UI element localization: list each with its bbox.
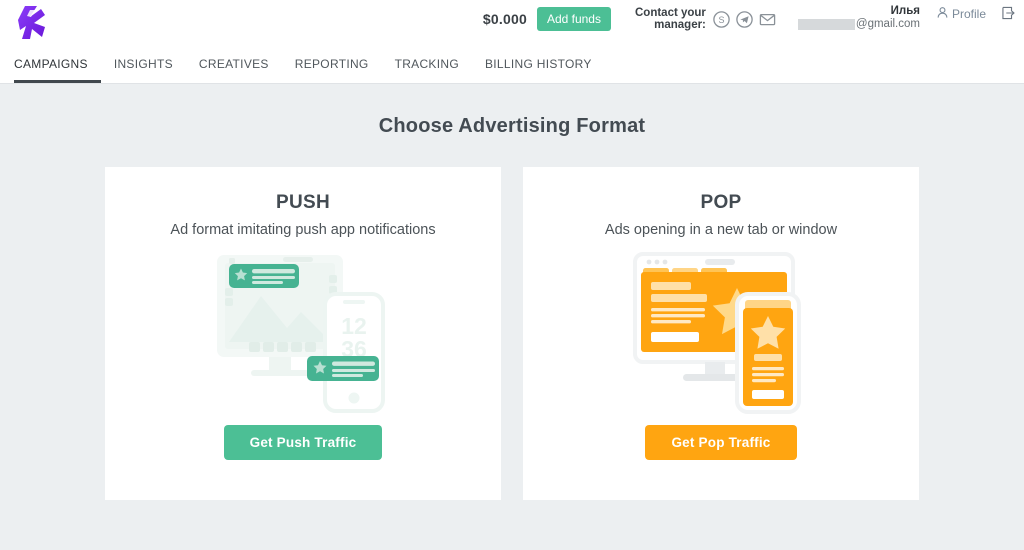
telegram-icon[interactable] [736, 10, 753, 28]
format-cards-container: PUSH Ad format imitating push app notifi… [0, 167, 1024, 500]
profile-label: Profile [951, 7, 986, 21]
nav-item-tracking[interactable]: TRACKING [382, 57, 472, 83]
email-redaction [797, 19, 855, 30]
account-balance: $0.000 [482, 11, 527, 27]
add-funds-button[interactable]: Add funds [536, 6, 611, 32]
nav-item-insights[interactable]: INSIGHTS [101, 57, 186, 83]
user-email: @gmail.com [855, 18, 920, 30]
rocket-r-logo-icon[interactable] [14, 4, 54, 42]
svg-text:S: S [718, 15, 724, 25]
contact-label-line1: Contact your [634, 7, 706, 19]
user-name: Илья [890, 5, 920, 17]
contact-manager-block: Contact your manager: S [635, 7, 776, 31]
page-title: Choose Advertising Format [378, 115, 646, 137]
push-card-title: PUSH [276, 192, 330, 213]
push-format-card[interactable]: PUSH Ad format imitating push app notifi… [105, 167, 501, 500]
email-icon[interactable] [759, 11, 776, 28]
get-push-traffic-button[interactable]: Get Push Traffic [223, 425, 383, 460]
main-navigation: CAMPAIGNS INSIGHTS CREATIVES REPORTING T… [0, 47, 605, 83]
logout-icon[interactable] [1002, 4, 1016, 23]
push-notification-illustration: 12 36 [203, 250, 403, 415]
main-content: Choose Advertising Format PUSH Ad format… [0, 84, 1024, 550]
get-pop-traffic-button[interactable]: Get Pop Traffic [645, 425, 797, 460]
profile-link[interactable]: Profile [936, 4, 986, 22]
header-right-bar: $0.000 Add funds Contact your manager: S [483, 4, 1016, 34]
skype-icon[interactable]: S [713, 10, 730, 28]
popup-window-illustration [621, 250, 821, 415]
pop-card-subtitle: Ads opening in a new tab or window [604, 222, 838, 238]
nav-item-reporting[interactable]: REPORTING [282, 57, 382, 83]
nav-item-creatives[interactable]: CREATIVES [186, 57, 282, 83]
pop-card-title: POP [700, 192, 742, 213]
push-card-subtitle: Ad format imitating push app notificatio… [170, 222, 436, 238]
user-icon [936, 6, 949, 22]
user-account-block: Илья @gmail.com Profile [797, 4, 1016, 34]
contact-manager-label: Contact your manager: [635, 7, 706, 31]
nav-item-campaigns[interactable]: CAMPAIGNS [14, 57, 101, 83]
pop-format-card[interactable]: POP Ads opening in a new tab or window G… [523, 167, 919, 500]
contact-label-line2: manager: [654, 19, 706, 31]
app-header: $0.000 Add funds Contact your manager: S [0, 0, 1024, 84]
nav-item-billing-history[interactable]: BILLING HISTORY [472, 57, 605, 83]
